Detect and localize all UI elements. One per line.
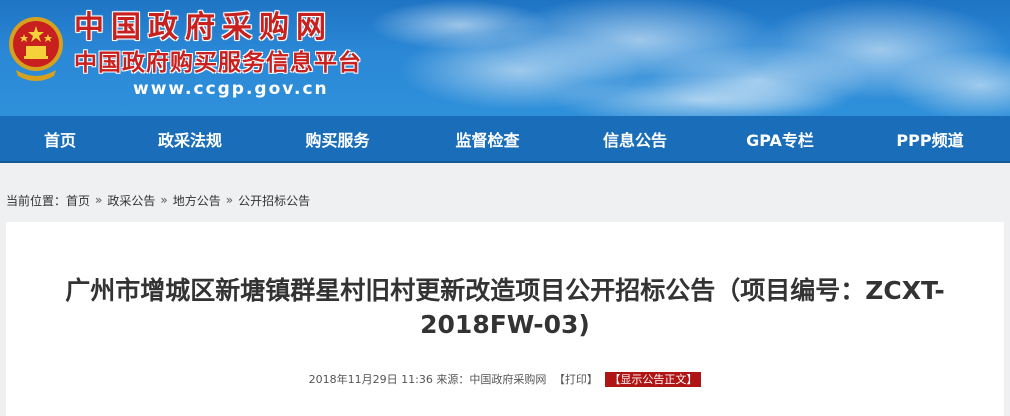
breadcrumb: 当前位置： 首页 » 政采公告 » 地方公告 » 公开招标公告 — [6, 191, 310, 209]
print-link[interactable]: 【打印】 — [554, 373, 598, 386]
breadcrumb-open-tender[interactable]: 公开招标公告 — [238, 192, 310, 209]
nav-item-ppp[interactable]: PPP频道 — [850, 116, 1010, 161]
article-source-label: 来源： — [436, 373, 470, 386]
breadcrumb-gov-announcements[interactable]: 政采公告 — [107, 192, 155, 209]
national-emblem-icon — [9, 17, 63, 81]
breadcrumb-home[interactable]: 首页 — [66, 192, 90, 209]
article-card: 广州市增城区新塘镇群星村旧村更新改造项目公开招标公告（项目编号：ZCXT-201… — [6, 222, 1004, 416]
breadcrumb-separator: » — [160, 193, 168, 207]
breadcrumb-prefix: 当前位置： — [6, 193, 67, 208]
nav-item-gpa[interactable]: GPA专栏 — [710, 116, 850, 161]
nav-item-announcements[interactable]: 信息公告 — [560, 116, 710, 161]
breadcrumb-separator: » — [225, 193, 234, 207]
nav-item-supervision[interactable]: 监督检查 — [415, 116, 560, 161]
nav-item-regulations[interactable]: 政采法规 — [120, 116, 260, 161]
header-banner: 中国政府采购网 中国政府购买服务信息平台 www.ccgp.gov.cn — [0, 0, 1010, 116]
site-subtitle: 中国政府购买服务信息平台 — [74, 50, 362, 76]
main-nav: 首页 政采法规 购买服务 监督检查 信息公告 GPA专栏 PPP频道 — [0, 116, 1010, 163]
article-meta: 2018年11月29日 11:36 来源：中国政府采购网 【打印】 【显示公告正… — [6, 372, 1004, 388]
breadcrumb-separator: » — [95, 193, 103, 207]
breadcrumb-local-announcements[interactable]: 地方公告 — [173, 192, 221, 209]
article-title: 广州市增城区新塘镇群星村旧村更新改造项目公开招标公告（项目编号：ZCXT-201… — [65, 276, 945, 339]
show-announcement-button[interactable]: 【显示公告正文】 — [605, 372, 702, 387]
article-date: 2018年11月29日 11:36 — [308, 373, 433, 386]
site-title[interactable]: 中国政府采购网 — [74, 12, 333, 44]
nav-item-home[interactable]: 首页 — [0, 116, 120, 161]
article-source: 中国政府采购网 — [469, 373, 547, 386]
site-url[interactable]: www.ccgp.gov.cn — [133, 78, 329, 100]
nav-item-purchase-services[interactable]: 购买服务 — [260, 116, 415, 161]
